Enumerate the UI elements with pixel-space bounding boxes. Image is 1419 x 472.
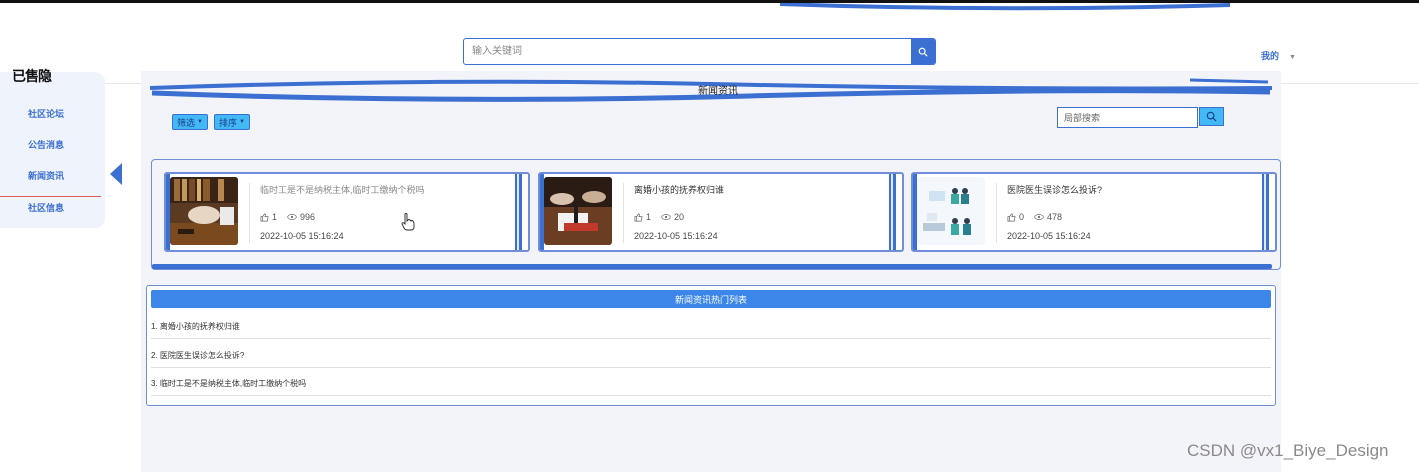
watermark: CSDN @vx1_Biye_Design — [1187, 441, 1389, 460]
view-count: 996 — [300, 212, 316, 222]
news-thumbnail — [544, 177, 612, 245]
card-edge — [515, 174, 522, 250]
filter-dropdown[interactable]: 筛选 ▼ — [172, 114, 208, 130]
global-search-box — [463, 38, 936, 65]
sidebar-item-forum[interactable]: 社区论坛 — [28, 107, 64, 120]
hand-cursor-icon — [401, 213, 415, 231]
like-count: 1 — [646, 212, 652, 222]
news-date: 2022-10-05 15:16:24 — [260, 231, 344, 241]
site-logo-text: 已售隐 — [12, 68, 52, 84]
view-count: 478 — [1047, 212, 1063, 222]
news-thumbnail — [917, 177, 985, 245]
card-edge — [1262, 174, 1269, 250]
card-divider — [249, 183, 250, 243]
like-count: 0 — [1019, 212, 1025, 222]
news-card[interactable]: 离婚小孩的抚养权归谁 1 20 2022-10-05 15:16:24 — [538, 172, 904, 252]
thumbs-up-icon — [1007, 213, 1016, 222]
main-content — [141, 71, 1281, 472]
hot-news-item[interactable]: 3. 临时工是不是纳税主体,临时工缴纳个税吗 — [151, 368, 1271, 396]
active-nav-pointer-icon — [110, 163, 122, 185]
hot-news-header: 新闻资讯热门列表 — [151, 290, 1271, 308]
eye-icon — [1034, 213, 1044, 221]
global-search-button[interactable] — [911, 39, 935, 64]
sidebar-item-announcements[interactable]: 公告消息 — [28, 138, 64, 151]
filter-label: 筛选 — [177, 117, 196, 128]
local-search-input[interactable] — [1058, 108, 1197, 127]
like-count: 1 — [272, 212, 278, 222]
news-card[interactable]: 医院医生误诊怎么投诉? 0 478 2022-10-05 15:16:24 — [911, 172, 1277, 252]
card-panel-bar — [152, 264, 1272, 269]
sidebar-item-news[interactable]: 新闻资讯 — [28, 169, 64, 182]
news-title: 离婚小孩的抚养权归谁 — [634, 185, 725, 195]
search-icon — [1206, 111, 1217, 122]
eye-icon — [661, 213, 671, 221]
news-date: 2022-10-05 15:16:24 — [634, 231, 718, 241]
hot-news-item[interactable]: 1. 离婚小孩的抚养权归谁 — [151, 311, 1271, 339]
news-stats: 1 996 — [260, 212, 315, 222]
sidebar-divider — [0, 196, 101, 197]
news-title: 医院医生误诊怎么投诉? — [1007, 185, 1103, 195]
news-thumbnail — [170, 177, 238, 245]
news-stats: 1 20 — [634, 212, 684, 222]
sidebar-item-community-info[interactable]: 社区信息 — [28, 201, 64, 214]
user-menu[interactable]: 我的 ▼ — [1261, 49, 1296, 62]
local-search-button[interactable] — [1199, 107, 1224, 126]
page-title: 新闻资讯 — [698, 86, 738, 97]
search-icon — [918, 47, 928, 57]
local-search-box — [1057, 107, 1198, 128]
thumbs-up-icon — [634, 213, 643, 222]
card-divider — [623, 183, 624, 243]
decorative-brush-stroke — [780, 3, 1230, 11]
hot-news-item[interactable]: 2. 医院医生误诊怎么投诉? — [151, 340, 1271, 368]
card-edge — [889, 174, 896, 250]
news-date: 2022-10-05 15:16:24 — [1007, 231, 1091, 241]
news-card[interactable]: 临时工是不是纳税主体,临时工缴纳个税吗 1 996 2022-10-05 15:… — [164, 172, 530, 252]
chevron-down-icon: ▼ — [197, 119, 203, 125]
news-title: 临时工是不是纳税主体,临时工缴纳个税吗 — [260, 185, 425, 195]
chevron-down-icon: ▼ — [1289, 54, 1296, 61]
sort-label: 排序 — [219, 117, 238, 128]
sort-dropdown[interactable]: 排序 ▼ — [214, 114, 250, 130]
global-search-input[interactable] — [464, 39, 913, 64]
chevron-down-icon: ▼ — [239, 119, 245, 125]
thumbs-up-icon — [260, 213, 269, 222]
eye-icon — [287, 213, 297, 221]
user-menu-label: 我的 — [1261, 51, 1280, 61]
view-count: 20 — [674, 212, 685, 222]
news-stats: 0 478 — [1007, 212, 1062, 222]
card-divider — [996, 183, 997, 243]
